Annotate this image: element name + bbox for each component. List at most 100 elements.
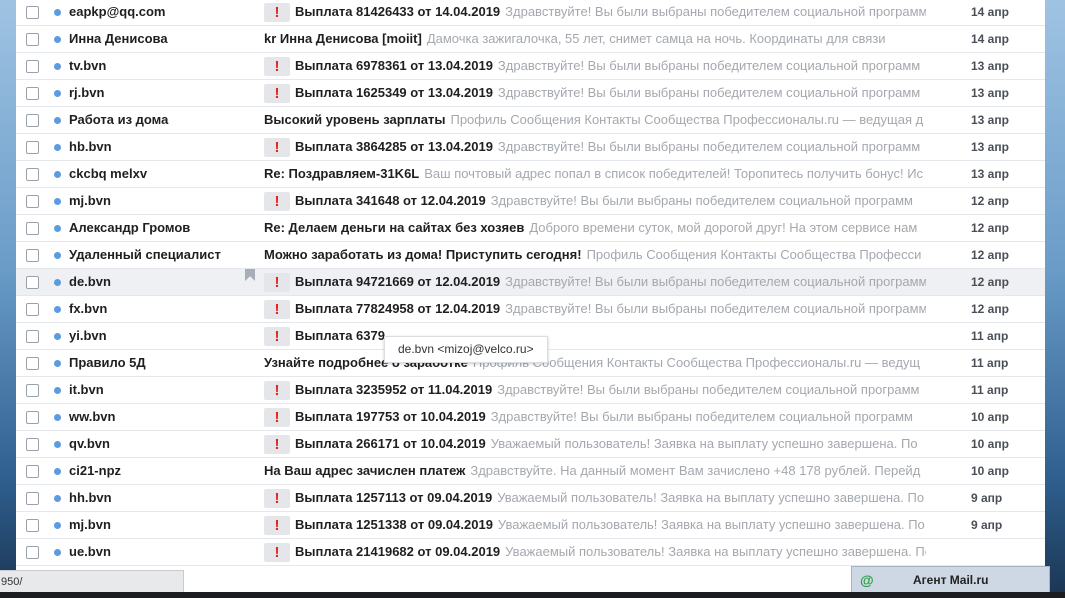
email-row[interactable]: mj.bvn! Выплата 341648 от 12.04.2019 Здрав… xyxy=(16,188,1045,215)
important-flag-icon[interactable]: ! xyxy=(264,381,290,400)
email-sender: eapkp@qq.com xyxy=(69,4,166,19)
email-row[interactable]: Александр Громов Re: Делаем деньги на сай… xyxy=(16,215,1045,242)
email-date: 10 апр xyxy=(971,464,1009,478)
row-checkbox[interactable] xyxy=(26,492,39,505)
unread-dot-icon[interactable] xyxy=(54,333,61,340)
email-row[interactable]: Инна Денисова kr Инна Денисова [moiit] Дам… xyxy=(16,26,1045,53)
row-checkbox[interactable] xyxy=(26,303,39,316)
important-flag-icon[interactable]: ! xyxy=(264,408,290,427)
unread-dot-icon[interactable] xyxy=(54,549,61,556)
row-checkbox[interactable] xyxy=(26,87,39,100)
unread-dot-icon[interactable] xyxy=(54,171,61,178)
email-sender: Правило 5Д xyxy=(69,355,146,370)
email-row[interactable]: de.bvn! Выплата 94721669 от 12.04.2019 Здр… xyxy=(16,269,1045,296)
row-checkbox[interactable] xyxy=(26,114,39,127)
email-date: 13 апр xyxy=(971,167,1009,181)
email-row[interactable]: tv.bvn! Выплата 6978361 от 13.04.2019 Здра… xyxy=(16,53,1045,80)
email-sender: Александр Громов xyxy=(69,220,191,235)
email-subject-line: Выплата 1251338 от 09.04.2019 Уважаемый п… xyxy=(295,512,926,538)
row-checkbox[interactable] xyxy=(26,330,39,343)
row-checkbox[interactable] xyxy=(26,60,39,73)
row-checkbox[interactable] xyxy=(26,465,39,478)
row-checkbox[interactable] xyxy=(26,168,39,181)
unread-dot-icon[interactable] xyxy=(54,9,61,16)
unread-dot-icon[interactable] xyxy=(54,63,61,70)
unread-dot-icon[interactable] xyxy=(54,36,61,43)
unread-dot-icon[interactable] xyxy=(54,198,61,205)
email-subject: Выплата 3235952 от 11.04.2019 xyxy=(295,382,493,397)
important-flag-icon[interactable]: ! xyxy=(264,3,290,22)
agent-mailru-button[interactable]: @ Агент Mail.ru xyxy=(851,566,1050,594)
unread-dot-icon[interactable] xyxy=(54,144,61,151)
important-flag-icon[interactable]: ! xyxy=(264,516,290,535)
email-date: 11 апр xyxy=(971,329,1009,343)
row-checkbox[interactable] xyxy=(26,222,39,235)
email-subject-line: Выплата 3235952 от 11.04.2019 Здравствуйт… xyxy=(295,377,926,403)
row-checkbox[interactable] xyxy=(26,249,39,262)
email-row[interactable]: it.bvn! Выплата 3235952 от 11.04.2019 Здра… xyxy=(16,377,1045,404)
email-row[interactable]: hb.bvn! Выплата 3864285 от 13.04.2019 Здра… xyxy=(16,134,1045,161)
important-flag-icon[interactable]: ! xyxy=(264,273,290,292)
email-snippet: Здравствуйте! Вы были выбраны победителе… xyxy=(490,193,913,208)
important-flag-icon[interactable]: ! xyxy=(264,138,290,157)
email-row[interactable]: ww.bvn! Выплата 197753 от 10.04.2019 Здрав… xyxy=(16,404,1045,431)
row-checkbox[interactable] xyxy=(26,33,39,46)
important-flag-icon[interactable]: ! xyxy=(264,327,290,346)
unread-dot-icon[interactable] xyxy=(54,117,61,124)
email-snippet: Здравствуйте! Вы были выбраны победителе… xyxy=(490,409,913,424)
important-flag-icon[interactable]: ! xyxy=(264,489,290,508)
email-snippet: Профиль Сообщения Контакты Сообщества Пр… xyxy=(450,112,924,127)
row-checkbox[interactable] xyxy=(26,195,39,208)
unread-dot-icon[interactable] xyxy=(54,387,61,394)
row-checkbox[interactable] xyxy=(26,357,39,370)
unread-dot-icon[interactable] xyxy=(54,225,61,232)
important-flag-icon[interactable]: ! xyxy=(264,543,290,562)
important-flag-icon[interactable]: ! xyxy=(264,300,290,319)
email-subject: Выплата 6978361 от 13.04.2019 xyxy=(295,58,493,73)
email-row[interactable]: fx.bvn! Выплата 77824958 от 12.04.2019 Здр… xyxy=(16,296,1045,323)
email-row[interactable]: ci21-npz На Ваш адрес зачислен платеж Здра… xyxy=(16,458,1045,485)
unread-dot-icon[interactable] xyxy=(54,279,61,286)
email-subject: Выплата 77824958 от 12.04.2019 xyxy=(295,301,501,316)
bookmark-icon[interactable] xyxy=(245,269,255,281)
row-checkbox[interactable] xyxy=(26,141,39,154)
row-checkbox[interactable] xyxy=(26,411,39,424)
email-row[interactable]: mj.bvn! Выплата 1251338 от 09.04.2019 Уваж… xyxy=(16,512,1045,539)
unread-dot-icon[interactable] xyxy=(54,414,61,421)
email-row[interactable]: ckcbq melxv Re: Поздравляем-31K6L Ваш почт… xyxy=(16,161,1045,188)
email-row[interactable]: eapkp@qq.com! Выплата 81426433 от 14.04.2… xyxy=(16,0,1045,26)
unread-dot-icon[interactable] xyxy=(54,522,61,529)
email-subject: Выплата 3864285 от 13.04.2019 xyxy=(295,139,493,154)
email-subject-line: Высокий уровень зарплаты Профиль Сообщени… xyxy=(264,107,926,133)
email-subject: Выплата 1257113 от 09.04.2019 xyxy=(295,490,493,505)
important-flag-icon[interactable]: ! xyxy=(264,84,290,103)
row-checkbox[interactable] xyxy=(26,6,39,19)
email-snippet: Уважаемый пользователь! Заявка на выплат… xyxy=(490,436,918,451)
row-checkbox[interactable] xyxy=(26,438,39,451)
taskbar-edge xyxy=(0,592,1065,598)
unread-dot-icon[interactable] xyxy=(54,495,61,502)
email-row[interactable]: qv.bvn! Выплата 266171 от 10.04.2019 Уважа… xyxy=(16,431,1045,458)
email-row[interactable]: hh.bvn! Выплата 1257113 от 09.04.2019 Уваж… xyxy=(16,485,1045,512)
email-row[interactable]: ue.bvn! Выплата 21419682 от 09.04.2019 Ува… xyxy=(16,539,1045,566)
unread-dot-icon[interactable] xyxy=(54,360,61,367)
unread-dot-icon[interactable] xyxy=(54,468,61,475)
unread-dot-icon[interactable] xyxy=(54,306,61,313)
email-subject: Выплата 197753 от 10.04.2019 xyxy=(295,409,486,424)
email-row[interactable]: rj.bvn! Выплата 1625349 от 13.04.2019 Здра… xyxy=(16,80,1045,107)
email-date: 11 апр xyxy=(971,383,1009,397)
email-row[interactable]: Работа из дома Высокий уровень зарплаты Пр… xyxy=(16,107,1045,134)
email-snippet: Здравствуйте. На данный момент Вам зачис… xyxy=(470,463,921,478)
email-row[interactable]: Удаленный специалист Можно заработать из … xyxy=(16,242,1045,269)
unread-dot-icon[interactable] xyxy=(54,252,61,259)
row-checkbox[interactable] xyxy=(26,384,39,397)
row-checkbox[interactable] xyxy=(26,276,39,289)
important-flag-icon[interactable]: ! xyxy=(264,57,290,76)
important-flag-icon[interactable]: ! xyxy=(264,435,290,454)
row-checkbox[interactable] xyxy=(26,546,39,559)
unread-dot-icon[interactable] xyxy=(54,90,61,97)
important-flag-icon[interactable]: ! xyxy=(264,192,290,211)
row-checkbox[interactable] xyxy=(26,519,39,532)
email-sender: fx.bvn xyxy=(69,301,108,316)
unread-dot-icon[interactable] xyxy=(54,441,61,448)
